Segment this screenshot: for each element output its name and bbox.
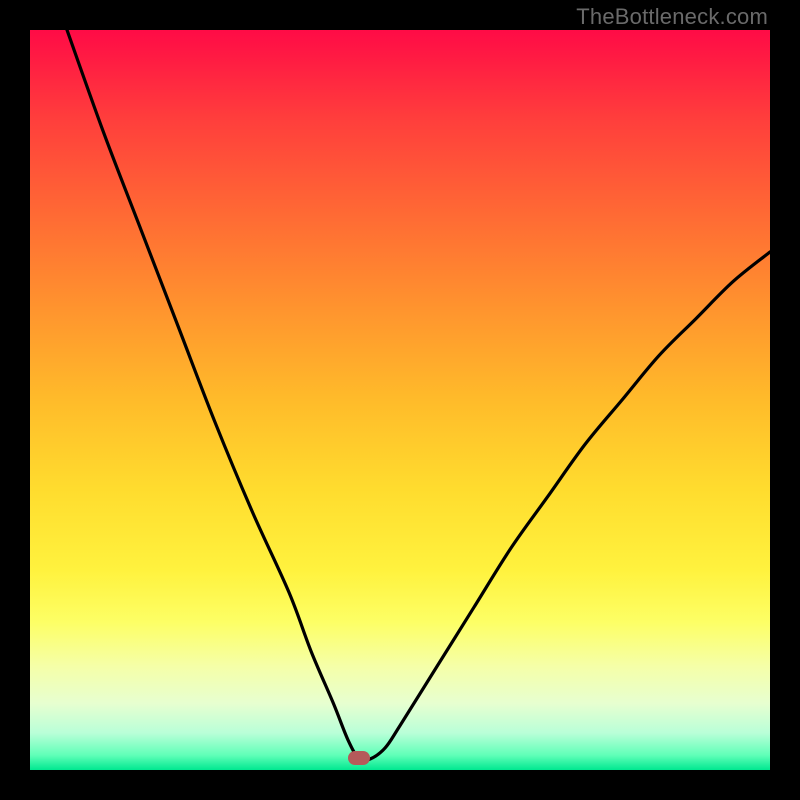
watermark-text: TheBottleneck.com <box>576 4 768 30</box>
bottleneck-curve <box>30 30 770 770</box>
optimal-point-marker <box>348 751 370 765</box>
chart-frame: TheBottleneck.com <box>0 0 800 800</box>
